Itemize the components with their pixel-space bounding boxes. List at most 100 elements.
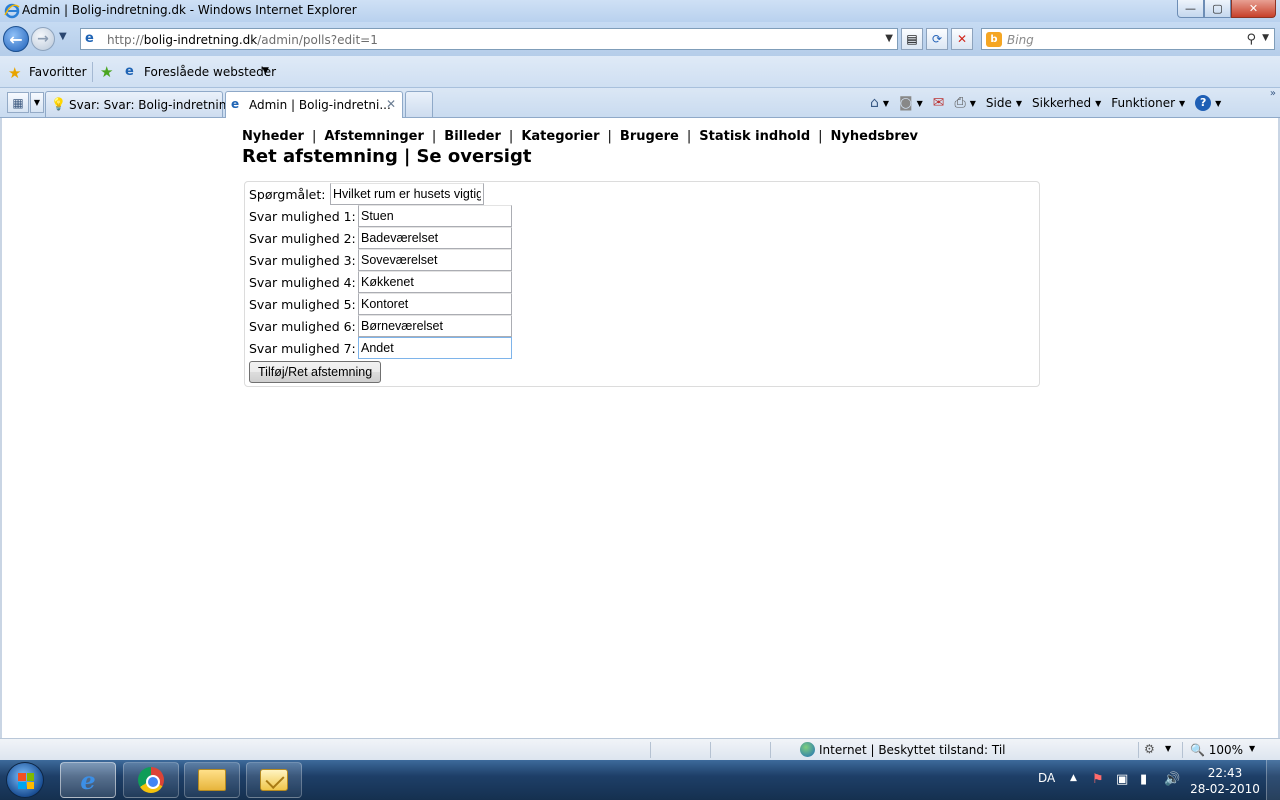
printer-icon: ⎙ bbox=[954, 95, 966, 111]
answer-row: Svar mulighed 5: bbox=[249, 293, 512, 315]
answer-input-6[interactable] bbox=[358, 315, 512, 337]
question-input[interactable] bbox=[330, 183, 484, 205]
answer-label: Svar mulighed 3: bbox=[249, 252, 356, 268]
recent-pages-dropdown-icon[interactable]: ▼ bbox=[59, 31, 67, 42]
site-navigation: Nyheder | Afstemninger | Billeder | Kategorier… bbox=[242, 129, 919, 144]
feeds-button[interactable]: ◙ ▼ bbox=[899, 95, 923, 111]
answer-input-2[interactable] bbox=[358, 227, 512, 249]
address-dropdown-icon[interactable]: ▼ bbox=[885, 33, 893, 44]
divider bbox=[770, 742, 771, 758]
mail-button[interactable]: ✉ bbox=[933, 95, 945, 111]
refresh-icon[interactable]: ⟳ bbox=[926, 28, 948, 50]
show-hidden-icons-icon[interactable]: ▲ bbox=[1070, 773, 1077, 783]
close-tab-icon[interactable]: ✕ bbox=[386, 97, 396, 111]
answer-label: Svar mulighed 7: bbox=[249, 340, 356, 356]
tab-list-dropdown-icon[interactable]: ▼ bbox=[30, 92, 44, 113]
see-overview-link[interactable]: Se oversigt bbox=[416, 146, 531, 167]
volume-icon[interactable]: 🔊 bbox=[1164, 772, 1180, 787]
answer-input-5[interactable] bbox=[358, 293, 512, 315]
command-bar: ⌂ ▼ ◙ ▼ ✉ ⎙ ▼ Side ▼ Sikkerhed ▼ Funktioner ▼ … bbox=[870, 92, 1231, 114]
search-icon[interactable]: ⚲ bbox=[1246, 32, 1256, 47]
tab-label: Admin | Bolig-indretni... bbox=[249, 98, 391, 112]
print-button[interactable]: ⎙ ▼ bbox=[955, 95, 976, 111]
chrome-icon bbox=[138, 767, 164, 793]
answer-input-3[interactable] bbox=[358, 249, 512, 271]
taskbar-mail[interactable] bbox=[246, 762, 302, 798]
clock[interactable]: 22:43 28-02-2010 bbox=[1190, 765, 1260, 797]
forward-button[interactable]: → bbox=[31, 27, 55, 51]
folder-icon bbox=[198, 769, 226, 791]
taskbar-internet-explorer[interactable]: e bbox=[60, 762, 116, 798]
tab-label: Svar: Svar: Bolig-indretnin... bbox=[69, 98, 238, 112]
taskbar-explorer[interactable] bbox=[184, 762, 240, 798]
network-icon[interactable]: ▮ bbox=[1140, 772, 1147, 787]
taskbar-chrome[interactable] bbox=[123, 762, 179, 798]
popup-blocker-icon[interactable]: ⚙ bbox=[1144, 742, 1155, 756]
minimize-button[interactable]: — bbox=[1177, 0, 1204, 18]
answer-input-4[interactable] bbox=[358, 271, 512, 293]
quick-tabs-button[interactable]: ▦ bbox=[7, 92, 29, 113]
divider bbox=[92, 62, 93, 82]
page-menu[interactable]: Side ▼ bbox=[986, 96, 1022, 110]
show-desktop-button[interactable] bbox=[1266, 760, 1280, 800]
tab-admin[interactable]: e Admin | Bolig-indretni... ✕ bbox=[225, 91, 403, 118]
search-placeholder: Bing bbox=[1007, 33, 1034, 47]
answer-input-1[interactable] bbox=[358, 205, 512, 227]
language-indicator[interactable]: DA bbox=[1038, 771, 1055, 785]
zoom-level[interactable]: 🔍 100% bbox=[1190, 743, 1243, 757]
nav-news[interactable]: Nyheder bbox=[242, 129, 304, 144]
popup-blocker-dropdown-icon[interactable]: ▼ bbox=[1165, 744, 1171, 753]
window-title-bar: Admin | Bolig-indretning.dk - Windows In… bbox=[0, 0, 1280, 22]
navigation-bar: ← → ▼ e http://bolig-indretning.dk/admin… bbox=[0, 22, 1280, 56]
tools-menu[interactable]: Funktioner ▼ bbox=[1111, 96, 1185, 110]
favorites-star-icon[interactable]: ★ bbox=[8, 64, 21, 82]
add-to-favorites-bar-icon[interactable]: ★ bbox=[100, 63, 113, 81]
answer-row: Svar mulighed 1: bbox=[249, 205, 512, 227]
start-button[interactable] bbox=[6, 762, 44, 798]
more-commands-icon[interactable]: » bbox=[1270, 88, 1276, 99]
zoom-dropdown-icon[interactable]: ▼ bbox=[1249, 744, 1255, 753]
usb-device-icon[interactable]: ▣ bbox=[1116, 772, 1128, 787]
answer-label: Svar mulighed 5: bbox=[249, 296, 356, 312]
divider bbox=[1182, 742, 1183, 758]
nav-categories[interactable]: Kategorier bbox=[521, 129, 599, 144]
address-bar[interactable]: e http://bolig-indretning.dk/admin/polls… bbox=[80, 28, 898, 50]
security-zone-status[interactable]: Internet | Beskyttet tilstand: Til bbox=[819, 743, 1006, 757]
action-center-icon[interactable]: ⚑ bbox=[1092, 772, 1104, 787]
tab-bar: ▦ ▼ 💡 Svar: Svar: Bolig-indretnin... e A… bbox=[0, 88, 1280, 118]
tab-reply[interactable]: 💡 Svar: Svar: Bolig-indretnin... bbox=[45, 91, 238, 117]
answer-input-7[interactable] bbox=[358, 337, 512, 359]
suggested-sites-link[interactable]: Foreslåede websteder bbox=[144, 65, 276, 79]
maximize-button[interactable]: ▢ bbox=[1204, 0, 1231, 18]
internet-explorer-icon: e bbox=[80, 765, 96, 795]
home-button[interactable]: ⌂ ▼ bbox=[870, 95, 889, 111]
help-menu[interactable]: ? ▼ bbox=[1195, 95, 1221, 111]
clock-date: 28-02-2010 bbox=[1190, 782, 1260, 796]
close-window-button[interactable]: ✕ bbox=[1231, 0, 1276, 18]
search-box[interactable]: b Bing ⚲ ▼ bbox=[981, 28, 1275, 50]
safety-menu[interactable]: Sikkerhed ▼ bbox=[1032, 96, 1101, 110]
nav-images[interactable]: Billeder bbox=[444, 129, 501, 144]
submit-poll-button[interactable]: Tilføj/Ret afstemning bbox=[249, 361, 382, 383]
suggested-sites-dropdown-icon[interactable]: ▼ bbox=[262, 66, 269, 76]
favorites-button[interactable]: Favoritter bbox=[29, 65, 87, 79]
answer-label: Svar mulighed 1: bbox=[249, 208, 356, 224]
answer-label: Svar mulighed 2: bbox=[249, 230, 356, 246]
search-options-dropdown-icon[interactable]: ▼ bbox=[1262, 33, 1269, 43]
nav-users[interactable]: Brugere bbox=[620, 129, 679, 144]
ie-page-icon: e bbox=[231, 97, 240, 111]
nav-polls[interactable]: Afstemninger bbox=[324, 129, 424, 144]
internet-zone-icon bbox=[800, 742, 815, 757]
stop-icon[interactable]: ✕ bbox=[951, 28, 973, 50]
answer-label: Svar mulighed 6: bbox=[249, 318, 356, 334]
back-button[interactable]: ← bbox=[3, 26, 29, 52]
address-url[interactable]: http://bolig-indretning.dk/admin/polls?e… bbox=[107, 33, 378, 47]
home-icon: ⌂ bbox=[870, 95, 879, 111]
nav-static-content[interactable]: Statisk indhold bbox=[699, 129, 810, 144]
edit-poll-title: Ret afstemning bbox=[242, 146, 398, 167]
question-row: Spørgmålet: bbox=[249, 183, 484, 205]
compatibility-view-icon[interactable]: ▤ bbox=[901, 28, 923, 50]
help-icon: ? bbox=[1195, 95, 1212, 111]
nav-newsletter[interactable]: Nyhedsbrev bbox=[831, 129, 918, 144]
new-tab-button[interactable] bbox=[405, 91, 433, 117]
